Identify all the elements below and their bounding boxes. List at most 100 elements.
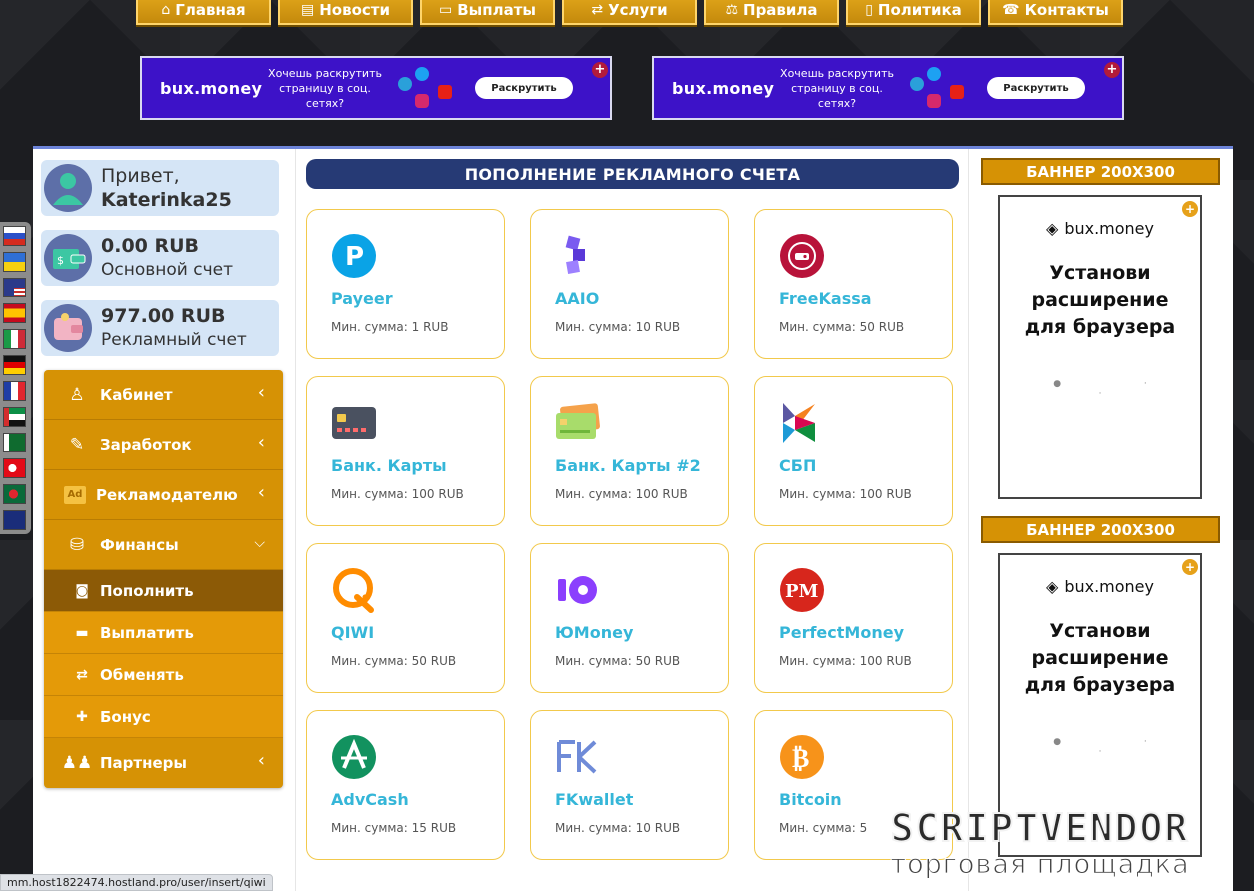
banner-ad[interactable]: ◈ bux.money Установи расширение для брауз… [998,195,1202,499]
fkwallet-icon [557,740,597,774]
flag-newzealand-icon[interactable] [3,510,26,530]
flag-pakistan-icon[interactable] [3,432,26,453]
main-balance-label: Основной счет [101,260,233,280]
promo-text: Хочешь раскрутить страницу в соц. сетях? [268,66,382,110]
svg-text:₿: ₿ [792,744,809,774]
flag-russia-icon[interactable] [3,226,26,246]
payment-card-sbp[interactable]: СБП Мин. сумма: 100 RUB [754,376,953,526]
promo-banner-left[interactable]: bux.money Хочешь раскрутить страницу в с… [140,56,612,120]
sidebar-item-advertiser[interactable]: Ad Рекламодателю ‹ [44,470,283,520]
document-icon: ▯ [865,1,873,18]
chevron-down-icon: ⌵ [254,535,265,551]
plus-icon[interactable]: + [592,62,608,78]
main-balance-amount: 0.00 RUB [101,235,200,257]
banner-title: БАННЕР 200X300 [981,158,1220,185]
newspaper-icon: ▤ [301,1,315,18]
sidebar-subitem-topup[interactable]: ◙ Пополнить [44,570,283,612]
username: Katerinka25 [101,189,232,211]
flag-turkey-icon[interactable] [3,458,26,479]
promo-banner-right[interactable]: bux.money Хочешь раскрутить страницу в с… [652,56,1124,120]
credit-card-icon: ▬ [75,624,89,641]
nav-news[interactable]: ▤ Новости [278,0,413,25]
aaio-icon [565,235,585,274]
chevron-left-icon: ‹ [257,750,265,771]
flag-germany-icon[interactable] [3,355,26,375]
nav-payouts[interactable]: ▭ Выплаты [420,0,555,25]
browser-status-url: mm.host1822474.hostland.pro/user/insert/… [0,874,273,891]
sidebar-subitem-exchange[interactable]: ⇄ Обменять [44,654,283,696]
watermark: SCRIPTVENDOR торговая площадка [830,805,1250,891]
ad-icon: Ad [64,485,86,504]
payment-card-qiwi[interactable]: QIWI Мин. сумма: 50 RUB [306,543,505,693]
sidebar-item-finance[interactable]: ⛁ Финансы ⌵ [44,520,283,570]
payment-card-yoomoney[interactable]: ЮMoney Мин. сумма: 50 RUB [530,543,729,693]
payment-card-fkwallet[interactable]: FKwallet Мин. сумма: 10 RUB [530,710,729,860]
sidebar-subitem-withdraw[interactable]: ▬ Выплатить [44,612,283,654]
promo-cta-button[interactable]: Раскрутить [475,77,573,99]
twitter-icon [415,67,429,81]
svg-text:$: $ [57,254,64,267]
freekassa-icon [780,234,824,278]
flag-ukraine-icon[interactable] [3,251,26,272]
chevron-left-icon: ‹ [257,482,265,503]
sidebar-subitem-bonus[interactable]: ✚ Бонус [44,696,283,738]
plus-icon[interactable]: + [1182,559,1198,575]
payment-card-payeer[interactable]: P Payeer Мин. сумма: 1 RUB [306,209,505,359]
payment-card-perfectmoney[interactable]: PM PerfectMoney Мин. сумма: 100 RUB [754,543,953,693]
payment-methods-grid: P Payeer Мин. сумма: 1 RUB AAIO Мин. сум… [306,209,953,860]
bitcoin-icon: ₿ [780,735,824,779]
perfectmoney-icon: PM [780,568,824,612]
sidebar-item-earnings[interactable]: ✎ Заработок ‹ [44,420,283,470]
youtube-icon [950,85,964,99]
sidebar-item-cabinet[interactable]: ♙ Кабинет ‹ [44,370,283,420]
nav-rules[interactable]: ⚖ Правила [704,0,839,25]
flag-spain-icon[interactable] [3,303,26,324]
avatar [43,163,93,213]
plus-icon[interactable]: + [1182,201,1198,217]
nav-home[interactable]: ⌂ Главная [136,0,271,25]
exchange-icon: ⇄ [591,1,604,18]
browser-icons: ● · · [1053,737,1187,757]
home-icon: ⌂ [161,1,171,18]
flag-bangladesh-icon[interactable] [3,484,26,505]
youtube-icon [438,85,452,99]
flag-usa-icon[interactable] [3,277,26,298]
browser-icons: ● · · [1053,379,1187,399]
sidebar-item-partners[interactable]: ♟♟ Партнеры ‹ [44,738,283,788]
yoomoney-icon [558,576,597,604]
user-greeting-card: Привет, Katerinka25 [41,160,279,216]
user-icon: ♙ [69,384,85,405]
diamond-logo-icon: ◈ [1046,577,1059,596]
nav-contacts[interactable]: ☎ Контакты [988,0,1123,25]
main-container: Привет, Katerinka25 $ 0.00 RUB Основной … [33,146,1233,891]
advcash-icon [332,735,376,779]
payment-card-freekassa[interactable]: FreeKassa Мин. сумма: 50 RUB [754,209,953,359]
language-flags [0,222,31,534]
page-title: ПОПОЛНЕНИЕ РЕКЛАМНОГО СЧЕТА [306,159,959,189]
payment-card-advcash[interactable]: AdvCash Мин. сумма: 15 RUB [306,710,505,860]
promo-cta-button[interactable]: Раскрутить [987,77,1085,99]
money-icon: $ [43,233,93,283]
payment-card-bank-cards[interactable]: Банк. Карты Мин. сумма: 100 RUB [306,376,505,526]
bank-card-icon [332,407,376,439]
coins-icon: ⛁ [69,534,85,555]
wallet-icon: ▭ [439,1,453,18]
exchange-icon: ⇄ [76,666,88,683]
sidebar-menu: ♙ Кабинет ‹ ✎ Заработок ‹ Ad Рекламодате… [44,370,283,788]
flag-italy-icon[interactable] [3,329,26,350]
payment-card-bank-cards-2[interactable]: Банк. Карты #2 Мин. сумма: 100 RUB [530,376,729,526]
svg-text:P: P [345,242,364,272]
chevron-left-icon: ‹ [257,432,265,453]
people-icon: ♟♟ [61,753,93,773]
ad-balance-label: Рекламный счет [101,330,247,350]
payment-card-aaio[interactable]: AAIO Мин. сумма: 10 RUB [530,209,729,359]
nav-policy[interactable]: ▯ Политика [846,0,981,25]
flag-france-icon[interactable] [3,380,26,401]
diamond-logo-icon: ◈ [1046,219,1059,238]
divider [968,149,969,891]
plus-icon[interactable]: + [1104,62,1120,78]
bank-cards-icon [556,403,600,439]
flag-uae-icon[interactable] [3,406,26,427]
nav-services[interactable]: ⇄ Услуги [562,0,697,25]
twitter-icon [927,67,941,81]
